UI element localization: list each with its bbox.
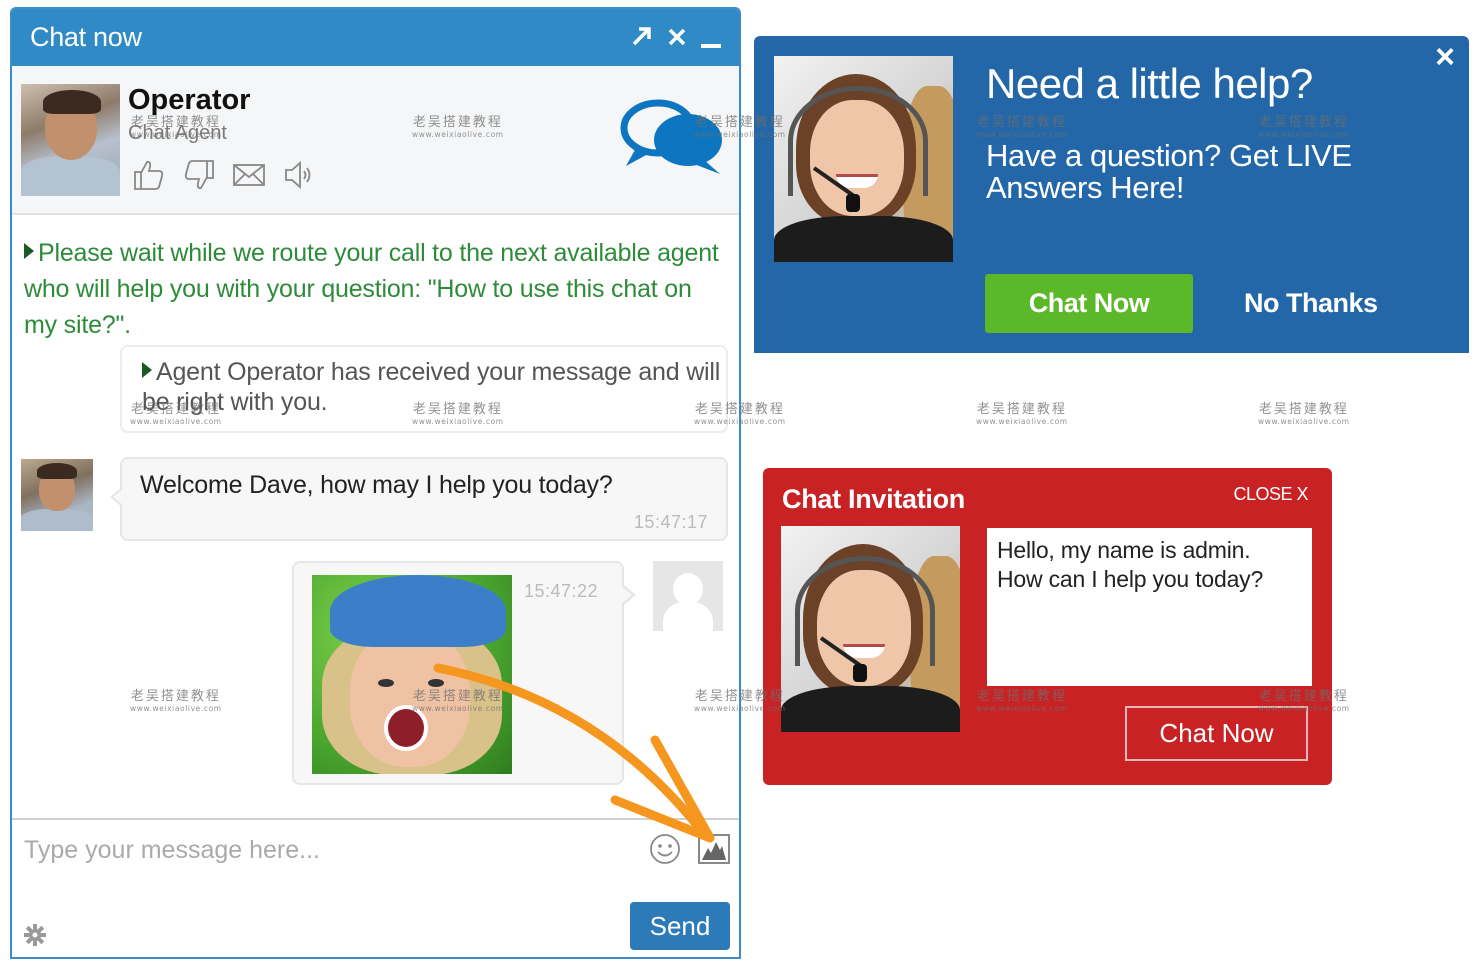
title-icons [631, 24, 721, 52]
composer: Send [12, 818, 739, 957]
chat-titlebar: Chat now [12, 9, 739, 66]
system-message: Please wait while we route your call to … [24, 239, 719, 339]
no-thanks-link[interactable]: No Thanks [1244, 288, 1378, 319]
shared-image[interactable] [312, 575, 512, 774]
invitation-chat-now-button[interactable]: Chat Now [1125, 706, 1308, 761]
user-message-bubble: 15:47:22 [292, 561, 636, 785]
message-input[interactable] [24, 830, 624, 870]
email-icon[interactable] [232, 158, 266, 192]
help-popup: Need a little help? Have a question? Get… [754, 36, 1469, 353]
user-avatar [653, 561, 723, 631]
thumbs-up-icon[interactable] [132, 158, 166, 192]
agent-header: Operator Chat Agent [12, 66, 739, 215]
user-message-time: 15:47:22 [524, 581, 599, 601]
chat-bubbles-icon [620, 99, 722, 174]
chat-window: Chat now Operator Chat Agent Please wait… [10, 7, 741, 959]
emoji-icon[interactable] [648, 832, 682, 866]
agent-message-bubble: Welcome Dave, how may I help you today? … [110, 457, 728, 541]
agent-message-avatar [21, 459, 93, 531]
invitation-message: Hello, my name is admin. How can I help … [987, 528, 1312, 686]
thumbs-down-icon[interactable] [182, 158, 216, 192]
support-agent-photo [781, 526, 960, 732]
agent-actions [132, 158, 316, 192]
popout-icon[interactable] [631, 24, 653, 52]
watermark: 老吴搭建教程 www.weixiaolive.com [976, 402, 1068, 426]
gear-icon[interactable] [24, 924, 46, 946]
help-subtitle: Have a question? Get LIVE Answers Here! [986, 138, 1352, 205]
send-button[interactable]: Send [630, 902, 730, 950]
sound-icon[interactable] [282, 158, 316, 192]
play-marker-icon [142, 362, 152, 378]
chat-now-button[interactable]: Chat Now [985, 274, 1193, 333]
help-title: Need a little help? [986, 60, 1313, 107]
ack-message: Agent Operator has received your message… [120, 345, 728, 433]
image-upload-icon[interactable] [698, 834, 730, 864]
agent-avatar [21, 84, 120, 196]
agent-name: Operator [128, 84, 251, 116]
agent-message-text: Welcome Dave, how may I help you today? [140, 471, 613, 499]
invitation-popup: Chat Invitation CLOSE X Hello, my name i… [763, 468, 1332, 785]
chat-title: Chat now [30, 22, 142, 52]
minimize-icon[interactable] [701, 43, 721, 48]
watermark: 老吴搭建教程 www.weixiaolive.com [1258, 402, 1350, 426]
support-agent-photo [774, 56, 953, 262]
invitation-title: Chat Invitation [782, 484, 965, 514]
close-icon[interactable]: × [1435, 38, 1455, 77]
play-marker-icon [24, 243, 34, 259]
agent-message-time: 15:47:17 [633, 512, 708, 532]
invitation-close-button[interactable]: CLOSE X [1233, 484, 1308, 505]
message-list: Please wait while we route your call to … [12, 217, 739, 817]
close-icon[interactable] [667, 24, 687, 52]
agent-role: Chat Agent [128, 122, 227, 144]
